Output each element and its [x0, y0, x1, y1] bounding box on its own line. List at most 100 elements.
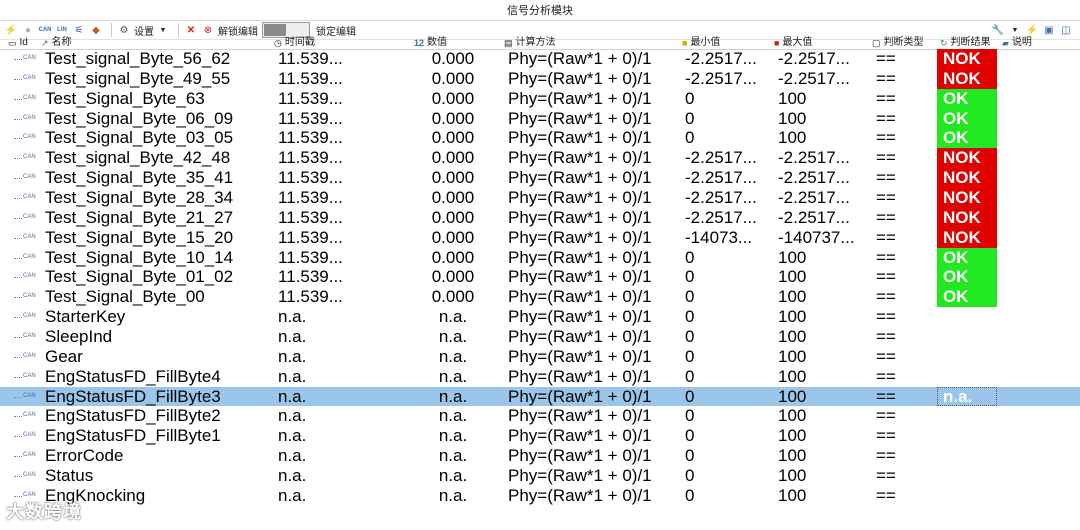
table-row[interactable]: CAN Test_signal_Byte_49_55 11.539... 0.000 P…: [0, 68, 1080, 89]
signal-judge-result: OK: [937, 267, 997, 288]
signal-min: -2.2517...: [685, 207, 757, 227]
dropdown-arrow-icon[interactable]: ▼: [1008, 22, 1022, 38]
table-row[interactable]: CAN ErrorCode n.a. n.a. Phy=(Raw*1 + 0)/1 0 10…: [0, 446, 1080, 466]
can-icon: CAN: [23, 273, 36, 280]
table-row[interactable]: CAN EngStatusFD_FillByte4 n.a. n.a. Phy=(Raw…: [0, 367, 1080, 387]
signal-value: n.a.: [438, 307, 468, 327]
signal-max: -140737...: [778, 227, 855, 247]
signal-timestamp: 11.539...: [278, 168, 343, 188]
table-row[interactable]: CAN EngStatusFD_FillByte1 n.a. n.a. Phy=(Raw…: [0, 426, 1080, 446]
tree-node-icon: CAN: [14, 208, 36, 228]
dropdown-arrow-icon[interactable]: ▼: [156, 22, 170, 38]
table-row[interactable]: CAN Test_Signal_Byte_15_20 11.539... 0.000 P…: [0, 227, 1080, 248]
column-header-judge-type[interactable]: ▢ 判断类型: [872, 37, 924, 49]
signal-value: n.a.: [438, 466, 468, 486]
signal-timestamp: n.a.: [278, 406, 307, 426]
signal-timestamp: 11.539...: [278, 227, 343, 247]
table-row[interactable]: CAN Test_Signal_Byte_21_27 11.539... 0.000 P…: [0, 207, 1080, 228]
table-row[interactable]: CAN Test_Signal_Byte_01_02 11.539... 0.000 P…: [0, 267, 1080, 288]
signal-judge-result: [937, 486, 997, 506]
signal-name: Test_Signal_Byte_15_20: [45, 227, 234, 247]
signal-name: SleepInd: [45, 327, 113, 347]
column-header-value[interactable]: 12 数值: [414, 37, 447, 49]
tree-node-icon: CAN: [14, 168, 36, 188]
lin-icon[interactable]: LIN: [55, 22, 69, 38]
signal-name: EngStatusFD_FillByte1: [45, 426, 221, 446]
can-icon: CAN: [23, 333, 36, 340]
table-row[interactable]: CAN EngStatusFD_FillByte2 n.a. n.a. Phy=(Raw…: [0, 406, 1080, 426]
signal-judge-type: ==: [876, 366, 896, 386]
tree-node-icon: CAN: [14, 49, 36, 69]
signal-value: 0.000: [431, 188, 475, 208]
signal-judge-result: [937, 347, 997, 367]
signal-judge-result: [937, 327, 997, 347]
edit-lock-toggle[interactable]: [262, 22, 310, 38]
column-header-name[interactable]: ↗ 名称: [41, 37, 72, 49]
signal-icon[interactable]: ⚟: [72, 22, 86, 38]
signal-max: 100: [778, 346, 807, 366]
signal-calc-method: Phy=(Raw*1 + 0)/1: [508, 406, 652, 426]
column-header-max[interactable]: ■ 最大值: [774, 37, 812, 49]
table-row[interactable]: CAN Gear n.a. n.a. Phy=(Raw*1 + 0)/1 0 100 ==: [0, 347, 1080, 367]
signal-max: 100: [778, 307, 807, 327]
signal-calc-method: Phy=(Raw*1 + 0)/1: [508, 386, 652, 406]
delete-icon[interactable]: ✕: [184, 22, 198, 38]
table-row[interactable]: CAN SleepInd n.a. n.a. Phy=(Raw*1 + 0)/1 0 100…: [0, 327, 1080, 347]
lightning-icon[interactable]: ⚡: [4, 22, 18, 38]
wrench-icon[interactable]: 🔧: [991, 22, 1005, 38]
shapes-icon[interactable]: ◆: [89, 22, 103, 38]
refresh-icon: ↻: [940, 38, 948, 48]
record-icon[interactable]: ●: [21, 22, 35, 38]
window-icon[interactable]: ◫: [1059, 22, 1073, 38]
can-icon: CAN: [23, 94, 36, 101]
signal-max: -2.2517...: [778, 148, 850, 168]
table-row[interactable]: CAN Test_Signal_Byte_06_09 11.539... 0.000 P…: [0, 108, 1080, 129]
signal-calc-method: Phy=(Raw*1 + 0)/1: [508, 426, 652, 446]
table-row[interactable]: CAN StarterKey n.a. n.a. Phy=(Raw*1 + 0)/1 0 1…: [0, 307, 1080, 327]
column-header-desc[interactable]: ▰ 说明: [1002, 37, 1032, 49]
column-header-judge-result[interactable]: ↻ 判断结果: [940, 37, 991, 49]
signal-value: n.a.: [438, 426, 468, 446]
signal-judge-type: ==: [876, 68, 896, 88]
table-row[interactable]: CAN Test_signal_Byte_56_62 11.539... 0.000 P…: [0, 49, 1080, 69]
table-row[interactable]: CAN Status n.a. n.a. Phy=(Raw*1 + 0)/1 0 100 ==: [0, 466, 1080, 486]
toolbar-right: 🔧 ▼ ⚡ ▣ ◫: [991, 22, 1076, 38]
column-header-id[interactable]: ▭ Id: [8, 37, 28, 49]
signal-value: 0.000: [431, 227, 475, 247]
signal-name: Test_Signal_Byte_00: [45, 287, 205, 307]
signal-name: Test_signal_Byte_56_62: [45, 49, 231, 68]
tree-node-icon: CAN: [14, 188, 36, 208]
table-row[interactable]: CAN Test_signal_Byte_42_48 11.539... 0.000 P…: [0, 148, 1080, 169]
column-header-time[interactable]: ◷ 时间戳: [274, 37, 315, 49]
signal-timestamp: n.a.: [278, 307, 307, 327]
table-row[interactable]: CAN EngKnocking n.a. n.a. Phy=(Raw*1 + 0)/1 0…: [0, 486, 1080, 506]
signal-judge-result: NOK: [937, 188, 997, 208]
stop-icon[interactable]: ⊗: [201, 22, 215, 38]
signal-judge-type: ==: [876, 168, 896, 188]
signal-calc-method: Phy=(Raw*1 + 0)/1: [508, 307, 652, 327]
signal-calc-method: Phy=(Raw*1 + 0)/1: [508, 168, 652, 188]
table-row[interactable]: CAN Test_Signal_Byte_35_41 11.539... 0.000 P…: [0, 168, 1080, 189]
table-row[interactable]: CAN Test_Signal_Byte_00 11.539... 0.000 Phy=…: [0, 287, 1080, 308]
table-row[interactable]: CAN Test_Signal_Byte_28_34 11.539... 0.000 P…: [0, 188, 1080, 208]
signal-value: n.a.: [438, 406, 468, 426]
gear-icon[interactable]: ⚙: [117, 22, 131, 38]
table-row[interactable]: CAN EngStatusFD_FillByte3 n.a. n.a. Phy=(Raw…: [0, 386, 1080, 407]
column-header-calc[interactable]: ▤ 计算方法: [504, 37, 556, 49]
settings-button[interactable]: 设置: [134, 23, 154, 38]
table-row[interactable]: CAN Test_Signal_Byte_10_14 11.539... 0.000 P…: [0, 247, 1080, 268]
table-row[interactable]: CAN Test_Signal_Byte_63 11.539... 0.000 Phy=…: [0, 88, 1080, 109]
can-icon: CAN: [23, 233, 36, 240]
toggle-knob: [264, 24, 286, 36]
layout-icon[interactable]: ▣: [1042, 22, 1056, 38]
can-icon[interactable]: CAN: [38, 22, 52, 38]
judge-type-icon: ▢: [872, 38, 881, 48]
signal-value: n.a.: [438, 327, 468, 347]
column-header-min[interactable]: ■ 最小值: [682, 37, 720, 49]
signal-value: 0.000: [431, 207, 475, 227]
table-row[interactable]: CAN Test_Signal_Byte_03_05 11.539... 0.000 P…: [0, 128, 1080, 149]
signal-judge-result: NOK: [937, 207, 997, 228]
lightning-icon[interactable]: ⚡: [1025, 22, 1039, 38]
tree-node-icon: CAN: [14, 69, 36, 89]
min-icon: ■: [682, 38, 688, 48]
